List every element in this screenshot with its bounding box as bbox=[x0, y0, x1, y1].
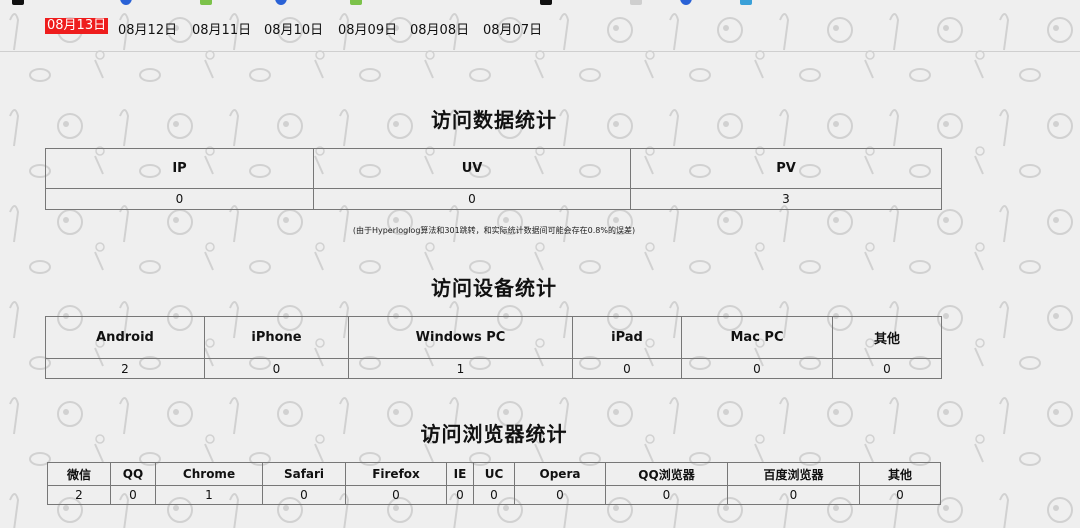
browser-stats-table: 微信 QQ Chrome Safari Firefox IE UC Opera … bbox=[47, 462, 941, 505]
background-pattern bbox=[0, 0, 1080, 528]
top-icon-strip bbox=[0, 0, 1080, 7]
date-tab-0813[interactable]: 08月13日 bbox=[45, 18, 109, 34]
table-header-cell: Chrome bbox=[155, 462, 263, 486]
date-tab-0812[interactable]: 08月12日 bbox=[118, 19, 177, 38]
table-cell: 3 bbox=[630, 188, 942, 210]
table-header-cell: Safari bbox=[262, 462, 346, 486]
table-cell: 0 bbox=[446, 485, 474, 505]
table-header-cell: IP bbox=[45, 148, 314, 189]
table-cell: 0 bbox=[514, 485, 606, 505]
table-header-row: IP UV PV bbox=[45, 148, 942, 189]
table-header-row: Android iPhone Windows PC iPad Mac PC 其他 bbox=[45, 316, 942, 359]
table-cell: 0 bbox=[204, 358, 349, 379]
app-icon bbox=[540, 0, 552, 5]
table-header-cell: Opera bbox=[514, 462, 606, 486]
app-icon bbox=[350, 0, 362, 5]
table-header-cell: IE bbox=[446, 462, 474, 486]
table-cell: 0 bbox=[727, 485, 860, 505]
table-header-cell: PV bbox=[630, 148, 942, 189]
device-stats-table: Android iPhone Windows PC iPad Mac PC 其他… bbox=[45, 316, 942, 379]
table-header-cell: iPhone bbox=[204, 316, 349, 359]
traffic-stats-table: IP UV PV 0 0 3 bbox=[45, 148, 942, 210]
table-cell: 0 bbox=[473, 485, 515, 505]
date-nav: 08月13日 08月12日 08月11日 08月10日 08月09日 08月08… bbox=[0, 8, 1080, 52]
app-icon bbox=[630, 0, 642, 5]
table-cell: 0 bbox=[605, 485, 728, 505]
table-cell: 1 bbox=[348, 358, 573, 379]
table-cell: 2 bbox=[47, 485, 111, 505]
table-cell: 0 bbox=[45, 188, 314, 210]
table-row: 0 0 3 bbox=[45, 188, 942, 210]
date-tab-0808[interactable]: 08月08日 bbox=[410, 19, 469, 38]
table-cell: 0 bbox=[681, 358, 833, 379]
table-header-cell: Android bbox=[45, 316, 205, 359]
table-header-row: 微信 QQ Chrome Safari Firefox IE UC Opera … bbox=[47, 462, 941, 486]
table-cell: 0 bbox=[832, 358, 942, 379]
table-header-cell: QQ bbox=[110, 462, 156, 486]
app-icon bbox=[275, 0, 287, 5]
table-cell: 1 bbox=[155, 485, 263, 505]
date-tab-0807[interactable]: 08月07日 bbox=[483, 19, 542, 38]
app-icon bbox=[200, 0, 212, 5]
table-header-cell: Firefox bbox=[345, 462, 447, 486]
app-icon bbox=[12, 0, 24, 5]
table-header-cell: UV bbox=[313, 148, 631, 189]
error-note: (由于Hyperloglog算法和301跳转，和实际统计数据间可能会存在0.8%… bbox=[352, 226, 636, 235]
table-header-cell: Mac PC bbox=[681, 316, 833, 359]
table-cell: 0 bbox=[262, 485, 346, 505]
table-row: 2 0 1 0 0 0 0 0 0 0 0 bbox=[47, 485, 941, 505]
table-cell: 2 bbox=[45, 358, 205, 379]
app-icon bbox=[680, 0, 692, 5]
date-tab-0809[interactable]: 08月09日 bbox=[338, 19, 397, 38]
table-cell: 0 bbox=[345, 485, 447, 505]
table-cell: 0 bbox=[859, 485, 941, 505]
app-icon bbox=[120, 0, 132, 5]
table-header-cell: Windows PC bbox=[348, 316, 573, 359]
table-header-cell: QQ浏览器 bbox=[605, 462, 728, 486]
table-header-cell: 其他 bbox=[859, 462, 941, 486]
table-cell: 0 bbox=[572, 358, 682, 379]
app-icon bbox=[740, 0, 752, 5]
traffic-stats-title: 访问数据统计 bbox=[431, 108, 557, 132]
table-header-cell: 百度浏览器 bbox=[727, 462, 860, 486]
table-header-cell: 其他 bbox=[832, 316, 942, 359]
table-header-cell: UC bbox=[473, 462, 515, 486]
device-stats-title: 访问设备统计 bbox=[431, 276, 557, 300]
browser-stats-title: 访问浏览器统计 bbox=[420, 422, 568, 446]
table-row: 2 0 1 0 0 0 bbox=[45, 358, 942, 379]
table-header-cell: iPad bbox=[572, 316, 682, 359]
date-tab-0811[interactable]: 08月11日 bbox=[192, 19, 251, 38]
table-cell: 0 bbox=[313, 188, 631, 210]
table-header-cell: 微信 bbox=[47, 462, 111, 486]
date-tab-0810[interactable]: 08月10日 bbox=[264, 19, 323, 38]
table-cell: 0 bbox=[110, 485, 156, 505]
